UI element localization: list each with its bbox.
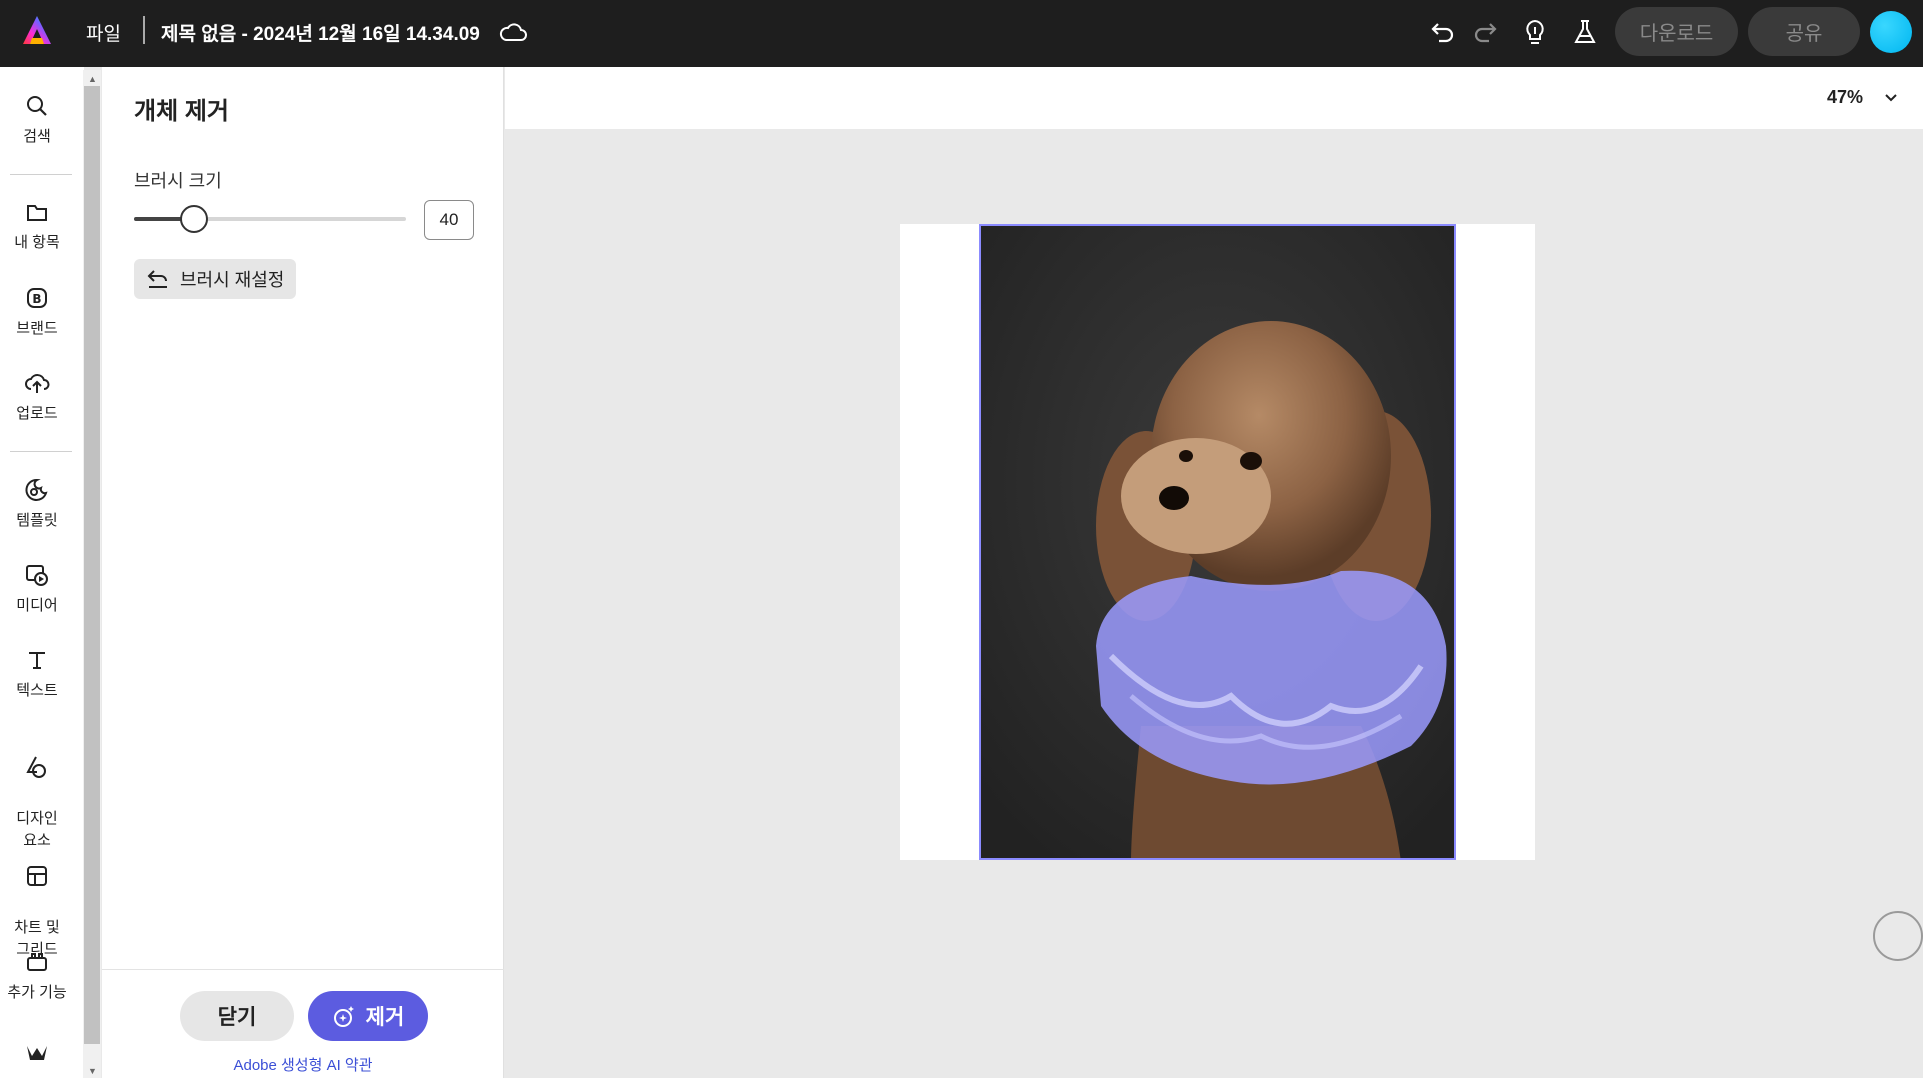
folder-icon — [27, 205, 47, 221]
media-icon — [26, 565, 48, 586]
canvas-header — [505, 67, 1923, 129]
panel-footer: 닫기 제거 Adobe 생성형 AI 약관 — [102, 969, 504, 1078]
top-bar: 파일 제목 없음 - 2024년 12월 16일 14.34.09 다운로드 공… — [0, 0, 1923, 67]
download-button[interactable]: 다운로드 — [1615, 7, 1738, 56]
magic-remove-icon — [333, 1006, 354, 1027]
scroll-down-icon[interactable]: ▼ — [88, 1066, 97, 1076]
undo-icon[interactable] — [1427, 16, 1459, 48]
rail-item-upload[interactable]: 업로드 — [0, 370, 74, 423]
rail-item-label: 추가 기능 — [7, 984, 67, 1001]
panel-title: 개체 제거 — [134, 98, 229, 125]
rail-item-label: 검색 — [23, 128, 51, 145]
design-elements-icon — [26, 756, 46, 778]
avatar[interactable] — [1870, 11, 1912, 53]
template-icon — [25, 478, 48, 501]
dog-photo[interactable] — [979, 224, 1456, 860]
brush-cursor — [1873, 911, 1923, 961]
reset-brush-label: 브러시 재설정 — [180, 270, 285, 290]
close-button[interactable]: 닫기 — [180, 991, 294, 1041]
object-removal-panel: 개체 제거 브러시 크기 40 브러시 재설정 닫기 제거 Adobe 생성형 … — [102, 67, 504, 1078]
share-button[interactable]: 공유 — [1748, 7, 1860, 56]
rail-scrollbar[interactable]: ▲ ▼ — [83, 70, 101, 1078]
rail-item-label: 내 항목 — [14, 234, 60, 251]
brush-size-slider[interactable] — [134, 205, 406, 233]
rail-item-label: 업로드 — [16, 405, 58, 422]
rail-item-add-ons[interactable]: 추가 기능 — [0, 949, 74, 1002]
rail-item-more[interactable] — [0, 1038, 74, 1070]
rail-item-design-elements[interactable]: 디자인 요소 — [0, 732, 74, 852]
brush-size-label: 브러시 크기 — [134, 171, 222, 191]
rail-item-media[interactable]: 미디어 — [0, 562, 74, 615]
remove-button[interactable]: 제거 — [308, 991, 428, 1041]
rail-item-label: 미디어 — [16, 597, 58, 614]
add-ons-icon — [27, 953, 47, 971]
rail-item-my-stuff[interactable]: 내 항목 — [0, 199, 74, 252]
rail-item-templates[interactable]: 템플릿 — [0, 477, 74, 530]
slider-thumb[interactable] — [179, 205, 208, 233]
file-menu[interactable]: 파일 — [86, 19, 121, 46]
chevron-down-icon[interactable] — [1882, 89, 1900, 107]
reset-brush-button[interactable]: 브러시 재설정 — [134, 259, 296, 299]
rail-item-brand[interactable]: B 브랜드 — [0, 285, 74, 338]
upload-icon — [25, 374, 50, 393]
brush-size-input[interactable]: 40 — [424, 200, 474, 240]
remove-label: 제거 — [365, 1006, 405, 1029]
rail-item-text[interactable]: 텍스트 — [0, 647, 74, 700]
lightbulb-icon[interactable] — [1519, 16, 1551, 48]
reset-icon — [147, 270, 167, 288]
rail-item-charts-grids[interactable]: 차트 및 그리드 — [0, 841, 74, 961]
title-divider — [143, 16, 145, 44]
brand-icon: B — [27, 288, 47, 308]
rail-item-label: 브랜드 — [16, 320, 58, 337]
scroll-up-icon[interactable]: ▲ — [88, 74, 97, 84]
cloud-sync-icon[interactable] — [498, 17, 528, 47]
svg-text:B: B — [32, 292, 41, 306]
crown-icon — [27, 1046, 47, 1060]
rail-item-label: 텍스트 — [16, 682, 58, 699]
chart-grid-icon — [27, 866, 47, 886]
rail-item-search[interactable]: 검색 — [0, 93, 74, 146]
rail-divider — [10, 174, 72, 175]
search-icon — [27, 96, 47, 116]
generative-ai-terms-link[interactable]: Adobe 생성형 AI 약관 — [102, 1054, 504, 1075]
redo-icon[interactable] — [1469, 16, 1501, 48]
document-title[interactable]: 제목 없음 - 2024년 12월 16일 14.34.09 — [161, 19, 480, 46]
zoom-level[interactable]: 47% — [1827, 87, 1863, 108]
rail-divider — [10, 451, 72, 452]
dog-image — [981, 226, 1454, 858]
text-icon — [29, 652, 45, 669]
adobe-express-logo-icon[interactable] — [20, 14, 54, 48]
scrollbar-thumb[interactable] — [84, 86, 100, 1044]
left-rail: 검색 내 항목 B 브랜드 업로드 템플릿 미디어 텍스트 디자인 요소 차트 … — [0, 67, 84, 1078]
rail-item-label: 템플릿 — [16, 512, 58, 529]
flask-icon[interactable] — [1569, 16, 1601, 48]
